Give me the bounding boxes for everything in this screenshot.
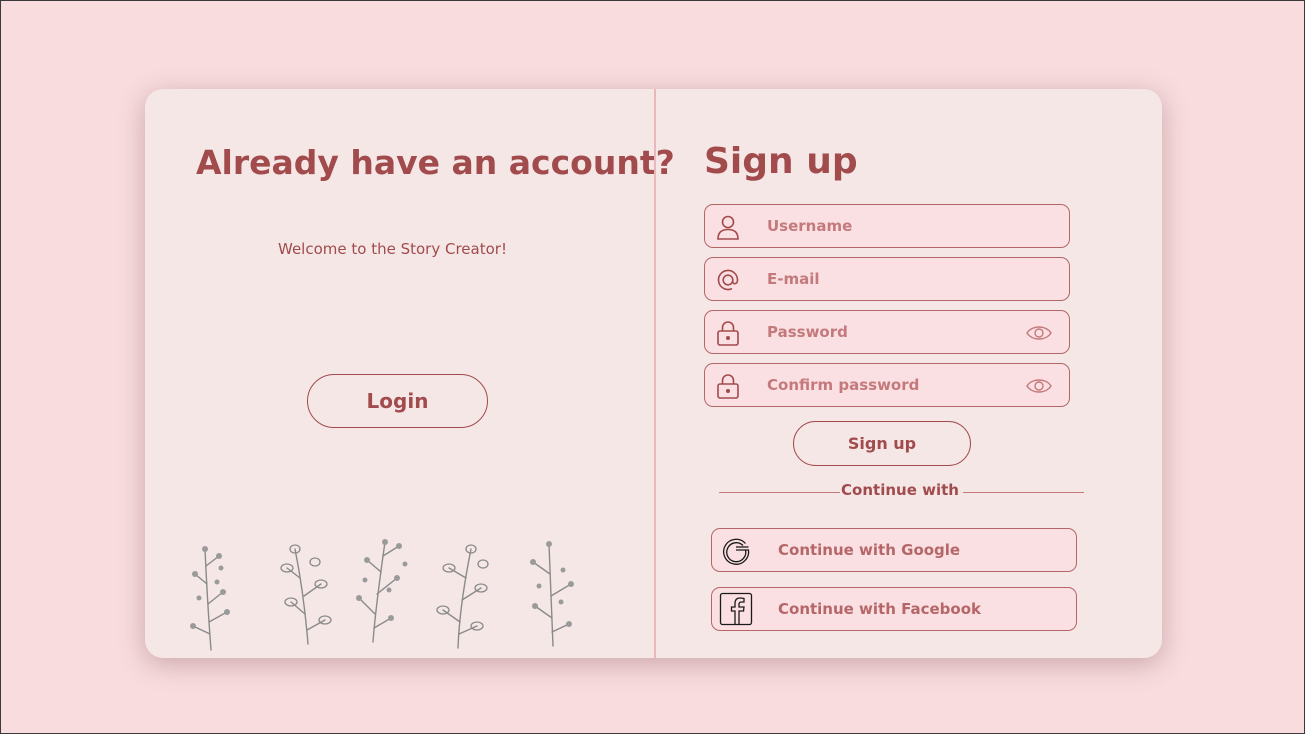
email-field[interactable] bbox=[704, 257, 1070, 301]
auth-card: Already have an account? Welcome to the … bbox=[145, 89, 1162, 658]
confirm-password-field[interactable] bbox=[704, 363, 1070, 407]
signup-button[interactable]: Sign up bbox=[793, 421, 971, 466]
facebook-button-label: Continue with Facebook bbox=[778, 600, 982, 618]
welcome-text: Welcome to the Story Creator! bbox=[278, 240, 507, 258]
username-input[interactable] bbox=[767, 205, 1017, 247]
google-button-label: Continue with Google bbox=[778, 541, 961, 559]
google-signin-button[interactable]: Continue with Google bbox=[711, 528, 1077, 572]
lock-icon bbox=[717, 374, 739, 399]
divider-line-right bbox=[963, 492, 1084, 493]
at-sign-icon bbox=[717, 269, 739, 291]
password-input[interactable] bbox=[767, 311, 1017, 353]
google-icon bbox=[723, 538, 750, 565]
lock-icon bbox=[717, 321, 739, 346]
plant-illustration bbox=[190, 539, 574, 651]
signup-heading: Sign up bbox=[704, 141, 858, 182]
email-input[interactable] bbox=[767, 258, 1017, 300]
divider-line-left bbox=[719, 492, 840, 493]
panel-divider bbox=[654, 89, 656, 658]
user-icon bbox=[717, 215, 739, 240]
eye-icon[interactable] bbox=[1025, 323, 1053, 343]
eye-icon[interactable] bbox=[1025, 376, 1053, 396]
facebook-signin-button[interactable]: Continue with Facebook bbox=[711, 587, 1077, 631]
facebook-icon bbox=[719, 592, 753, 626]
login-button[interactable]: Login bbox=[307, 374, 488, 428]
password-field[interactable] bbox=[704, 310, 1070, 354]
username-field[interactable] bbox=[704, 204, 1070, 248]
confirm-password-input[interactable] bbox=[767, 364, 1017, 406]
login-heading: Already have an account? bbox=[196, 143, 675, 182]
continue-with-label: Continue with bbox=[841, 481, 959, 499]
